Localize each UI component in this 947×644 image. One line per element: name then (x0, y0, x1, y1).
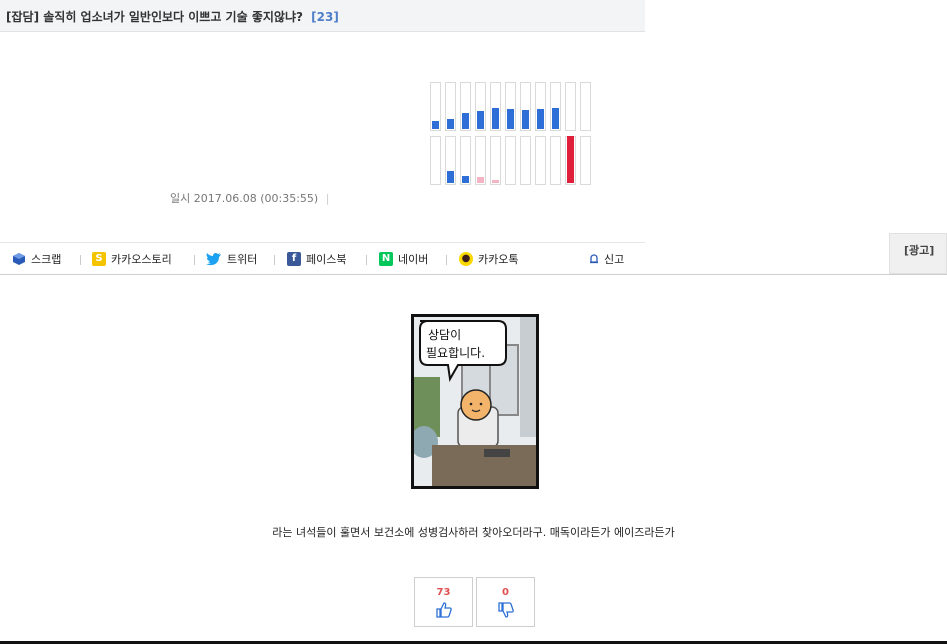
kakaotalk-button[interactable]: ● 카카오톡 (459, 251, 518, 267)
twitter-icon (206, 252, 221, 266)
post-title-text: 솔직히 업소녀가 일반인보다 이쁘고 기술 좋지않냐? (43, 10, 303, 24)
thumbs-up-icon (435, 602, 452, 618)
vote-graph (430, 82, 596, 186)
vote-graph-up-bar (462, 113, 469, 129)
comment-count-link[interactable]: [23] (311, 10, 339, 24)
scrap-label: 스크랩 (31, 253, 62, 266)
share-divider (80, 255, 81, 265)
vote-graph-up-cell (460, 82, 471, 131)
twitter-button[interactable]: 트위터 (206, 251, 257, 267)
naver-icon: N (379, 252, 393, 266)
vote-graph-up-cell (475, 82, 486, 131)
post-title: [잡담] 솔직히 업소녀가 일반인보다 이쁘고 기술 좋지않냐? [23] (6, 8, 339, 25)
ad-box[interactable]: [광고] (889, 233, 947, 274)
post-date: 일시 2017.06.08 (00:35:55) | (170, 190, 329, 206)
share-bar: 스크랩 S 카카오스토리 트위터 f 페이스북 N 네이버 ● 카카오톡 신고 (0, 242, 645, 274)
vote-graph-down-cell (460, 136, 471, 185)
kakaotalk-icon: ● (459, 252, 473, 266)
vote-graph-down-cell (475, 136, 486, 185)
downvote-count: 0 (502, 587, 509, 598)
twitter-label: 트위터 (227, 253, 258, 266)
vote-graph-up-cell (490, 82, 501, 131)
vote-graph-up-cell (565, 82, 576, 131)
vote-graph-up-bar (447, 119, 454, 129)
vote-graph-up-bar (492, 108, 499, 129)
vote-graph-up-cell (550, 82, 561, 131)
post-body-text: 라는 녀석들이 훌면서 보건소에 성병검사하러 찾아오더라구. 매독이라든가 에… (272, 526, 675, 539)
post-title-bar: [잡담] 솔직히 업소녀가 일반인보다 이쁘고 기술 좋지않냐? [23] (0, 0, 645, 32)
facebook-icon: f (287, 252, 301, 266)
vote-graph-up-cell (580, 82, 591, 131)
kakaostory-label: 카카오스토리 (111, 253, 172, 266)
vote-graph-down-cell (565, 136, 576, 185)
kakaostory-icon: S (92, 252, 106, 266)
post-category: [잡담] (6, 10, 40, 24)
share-divider (194, 255, 195, 265)
vote-graph-up-cell (445, 82, 456, 131)
comic-illustration: 상담이 필요합니다. (414, 317, 536, 486)
bell-icon (590, 254, 598, 264)
comic-speech-line1: 상담이 (428, 328, 461, 342)
facebook-label: 페이스북 (306, 253, 347, 266)
vote-graph-up-bar (537, 109, 544, 129)
vote-graph-down-bar (567, 136, 574, 183)
vote-graph-up-cell (535, 82, 546, 131)
vote-graph-down-cell (550, 136, 561, 185)
vote-graph-up-bar (522, 110, 529, 129)
upvote-count: 73 (436, 587, 451, 598)
report-label: 신고 (604, 253, 625, 266)
naver-button[interactable]: N 네이버 (379, 251, 428, 267)
report-button[interactable]: 신고 (588, 251, 624, 267)
vote-graph-down-cell (580, 136, 591, 185)
naver-label: 네이버 (398, 253, 429, 266)
vote-graph-up-cell (520, 82, 531, 131)
share-divider (274, 255, 275, 265)
vote-graph-up-bar (552, 108, 559, 129)
date-value: 2017.06.08 (00:35:55) (193, 192, 319, 205)
scrap-button[interactable]: 스크랩 (12, 251, 61, 267)
facebook-button[interactable]: f 페이스북 (287, 251, 346, 267)
share-divider (446, 255, 447, 265)
vote-graph-down-cell (520, 136, 531, 185)
vote-graph-up-cell (505, 82, 516, 131)
share-divider (366, 255, 367, 265)
vote-graph-down-cell (490, 136, 501, 185)
vote-graph-down-cell (535, 136, 546, 185)
vote-graph-up-cell (430, 82, 441, 131)
vote-graph-down-bar (462, 176, 469, 183)
vote-graph-down-cell (445, 136, 456, 185)
downvote-button[interactable]: 0 (476, 577, 535, 627)
date-label: 일시 (170, 192, 191, 205)
thumbs-down-icon (497, 602, 514, 618)
vote-graph-down-bar (447, 171, 454, 183)
cube-icon (13, 253, 25, 265)
ad-label: [광고] (904, 244, 935, 257)
comic-speech-line2: 필요합니다. (426, 346, 485, 360)
vote-graph-up-bar (507, 109, 514, 129)
vote-graph-down-cell (430, 136, 441, 185)
vote-graph-down-bar (477, 177, 484, 183)
kakaostory-button[interactable]: S 카카오스토리 (92, 251, 172, 267)
upvote-button[interactable]: 73 (414, 577, 473, 627)
vote-graph-up-bar (477, 111, 484, 129)
vote-graph-up-bar (432, 121, 439, 129)
date-separator: | (325, 192, 330, 205)
divider-line (0, 274, 947, 275)
vote-graph-down-cell (505, 136, 516, 185)
vote-graph-down-bar (492, 180, 499, 183)
comic-image: 상담이 필요합니다. (411, 314, 539, 489)
kakaotalk-label: 카카오톡 (478, 253, 519, 266)
